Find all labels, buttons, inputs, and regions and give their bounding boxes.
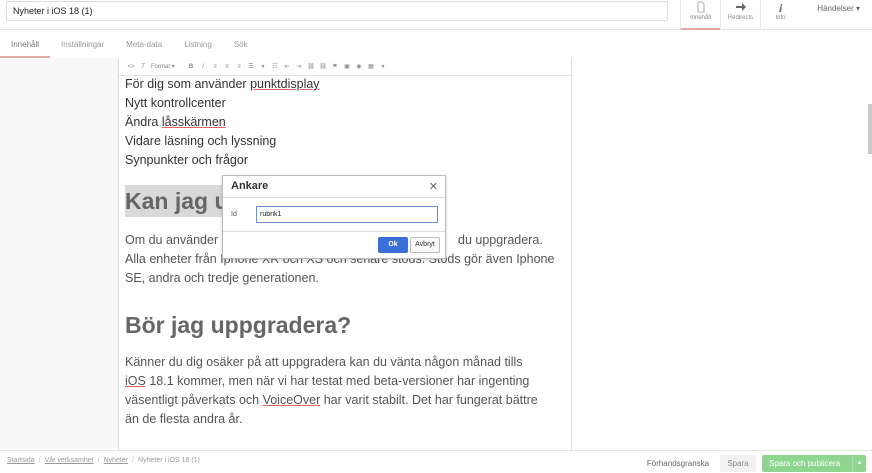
toc-text: För dig som använder: [125, 77, 251, 91]
document-icon: [697, 1, 704, 13]
caret-up-icon[interactable]: ▲: [852, 455, 866, 472]
list-dropdown-icon[interactable]: ▾: [257, 63, 269, 70]
tab-settings[interactable]: Inställningar: [50, 30, 115, 58]
outdent-icon[interactable]: ⇤: [281, 63, 293, 70]
breadcrumb-home[interactable]: Startsida: [7, 457, 35, 464]
anchor-dialog-header: Ankare ✕: [223, 176, 445, 198]
cancel-button[interactable]: Avbryt: [410, 237, 440, 253]
save-button[interactable]: Spara: [720, 455, 756, 472]
paragraph-line: du uppgradera.: [458, 233, 543, 247]
ios-link-text: iOS: [125, 374, 146, 388]
indent-icon[interactable]: ⇥: [293, 63, 305, 70]
toc-item: Ändra låsskärmen: [125, 113, 571, 132]
tab-metadata[interactable]: Meta-data: [115, 30, 173, 58]
media-icon[interactable]: ◉: [353, 63, 365, 70]
breadcrumb-separator: /: [132, 457, 135, 464]
numbered-list-icon[interactable]: ☷: [269, 63, 281, 70]
heading-should-i-upgrade: Bör jag uppgradera?: [125, 312, 352, 338]
redirects-action-button[interactable]: Redirects: [720, 0, 760, 30]
content-action-button[interactable]: Innehåll: [680, 0, 720, 30]
paragraph-text: 18.1 kommer, men när vi har testat med b…: [145, 374, 530, 388]
clear-format-icon[interactable]: T: [137, 64, 149, 70]
heading-can-i: Kan jag u: [125, 188, 229, 214]
close-icon[interactable]: ✕: [429, 180, 438, 193]
right-panel: [572, 58, 870, 448]
table-dropdown-icon[interactable]: ▾: [377, 63, 389, 70]
svg-text:i: i: [779, 1, 783, 13]
unlink-icon[interactable]: ⛓: [317, 63, 329, 70]
italic-icon[interactable]: I: [197, 64, 209, 70]
toc-item: Vidare läsning och lyssning: [125, 134, 277, 148]
align-right-icon[interactable]: ≡: [233, 64, 245, 70]
toc-item: Nytt kontrollcenter: [125, 96, 226, 110]
breadcrumb-current: Nyheter i iOS 18 (1): [138, 457, 200, 464]
editor-toolbar: <> T Format ▾ B I ≡ ≡ ≡ ☰ ▾ ☷ ⇤ ⇥ ⛓ ⛓ ⚑ …: [119, 58, 571, 76]
redirects-action-label: Redirects: [727, 15, 754, 21]
align-center-icon[interactable]: ≡: [221, 64, 233, 70]
info-action-label: Info: [775, 15, 786, 21]
paragraph-line: väsentligt påverkats och VoiceOver har v…: [125, 391, 538, 410]
anchor-id-input[interactable]: [256, 206, 438, 223]
bold-icon[interactable]: B: [185, 64, 197, 70]
top-header: Innehåll Redirects i Info Händelser ▾: [0, 0, 872, 30]
breadcrumb-our-operations[interactable]: Vår verksamhet: [45, 457, 94, 464]
paragraph-line: iOS 18.1 kommer, men när vi har testat m…: [125, 372, 529, 391]
page-title-input[interactable]: [6, 1, 668, 21]
breadcrumb: Startsida / Vår verksamhet / Nyheter / Nyheter…: [7, 457, 200, 464]
breadcrumb-separator: /: [38, 457, 41, 464]
cms-editor-page: Innehåll Redirects i Info Händelser ▾ In…: [0, 0, 872, 473]
toc-item: För dig som använder punktdisplay: [125, 75, 571, 94]
breadcrumb-news[interactable]: Nyheter: [104, 457, 129, 464]
tab-search[interactable]: Sök: [223, 30, 259, 58]
paragraph-line: SE, andra och tredje generationen.: [125, 271, 319, 285]
breadcrumb-separator: /: [97, 457, 100, 464]
footer-bar: Startsida / Vår verksamhet / Nyheter / Nyheter…: [0, 450, 872, 473]
id-label: Id: [231, 211, 237, 218]
bullet-list-icon[interactable]: ☰: [245, 63, 257, 70]
tab-listing[interactable]: Listning: [173, 30, 223, 58]
editor-content[interactable]: För dig som använder punktdisplay Nytt k…: [125, 75, 571, 426]
scrollbar-thumb[interactable]: [868, 104, 872, 154]
format-dropdown[interactable]: Format ▾: [149, 63, 185, 70]
source-code-icon[interactable]: <>: [125, 64, 137, 70]
voiceover-text: VoiceOver: [262, 393, 321, 407]
anchor-dialog-body: Id: [223, 198, 445, 232]
paragraph-line: än de flesta andra år.: [125, 412, 243, 426]
image-icon[interactable]: ▣: [341, 63, 353, 70]
link-icon[interactable]: ⛓: [305, 63, 317, 70]
preview-button[interactable]: Förhandsgranska: [640, 455, 716, 472]
toc-text: Ändra: [125, 115, 162, 129]
anchor-dialog: Ankare ✕ Id Ok Avbryt: [222, 175, 446, 259]
arrow-right-icon: [735, 3, 746, 11]
left-gutter: [0, 58, 118, 448]
top-actions: Innehåll Redirects i Info: [680, 0, 800, 30]
ok-button[interactable]: Ok: [378, 237, 408, 253]
tab-bar: Innehåll Inställningar Meta-data Listnin…: [0, 30, 872, 58]
paragraph-text: väsentligt påverkats och: [125, 393, 263, 407]
toc-item: Synpunkter och frågor: [125, 153, 248, 167]
save-and-publish-button[interactable]: Spara och publicera ▲: [762, 455, 866, 472]
events-dropdown[interactable]: Händelser ▾: [817, 4, 860, 13]
paragraph-line: Om du använder: [125, 233, 219, 247]
toc-text-underlined: låsskärmen: [161, 115, 226, 129]
paragraph-text: har varit stabilt. Det har fungerat bätt…: [320, 393, 538, 407]
save-and-publish-label: Spara och publicera: [769, 459, 841, 468]
tab-content[interactable]: Innehåll: [0, 30, 51, 58]
align-left-icon[interactable]: ≡: [209, 64, 221, 70]
anchor-icon[interactable]: ⚑: [329, 63, 341, 70]
toc-text-underlined: punktdisplay: [250, 77, 320, 91]
content-action-label: Innehåll: [689, 15, 712, 21]
info-icon: i: [779, 1, 783, 13]
table-icon[interactable]: ▦: [365, 63, 377, 70]
paragraph-line: Känner du dig osäker på att uppgradera k…: [125, 355, 523, 369]
info-action-button[interactable]: i Info: [760, 0, 800, 30]
anchor-dialog-title: Ankare: [231, 180, 269, 192]
